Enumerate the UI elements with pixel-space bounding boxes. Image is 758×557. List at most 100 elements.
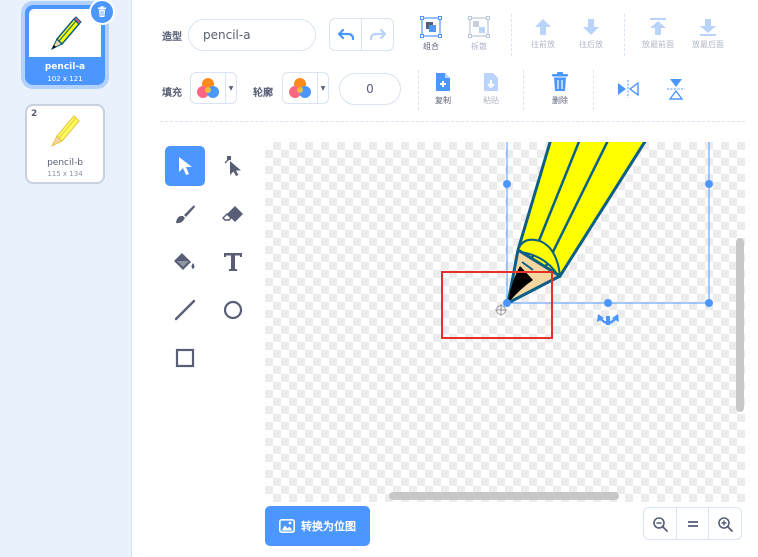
flip-vertical-icon (667, 79, 685, 100)
toolbar-divider (624, 14, 625, 56)
costume-name: pencil-a (44, 62, 86, 72)
undo-button[interactable] (330, 19, 361, 50)
zoom-in-icon (718, 516, 734, 532)
text-icon (224, 253, 242, 271)
costume-size: 102 x 121 (47, 75, 83, 83)
costume-name-input[interactable]: pencil-a (188, 19, 316, 51)
paste-button[interactable]: 粘贴 (469, 72, 513, 106)
zoom-in-button[interactable] (708, 508, 741, 539)
forward-label: 往前放 (531, 40, 555, 49)
costume-list: 1 pencil-a 102 x 121 2 pencil-b 115 x 13… (0, 0, 132, 557)
copy-label: 复制 (435, 96, 451, 105)
toolbar-divider (418, 70, 419, 110)
costume-item-1[interactable]: 1 pencil-a 102 x 121 (25, 0, 115, 85)
costume-name: pencil-b (47, 158, 83, 168)
trash-icon (98, 6, 106, 17)
rectangle-icon (175, 348, 195, 368)
line-tool[interactable] (165, 290, 205, 330)
undo-redo-group (329, 18, 394, 51)
toolbar-divider (511, 14, 512, 56)
text-tool[interactable] (213, 242, 253, 282)
costume-number: 1 (31, 10, 38, 20)
costume-number: 2 (31, 109, 38, 119)
zoom-reset-button[interactable] (675, 508, 709, 539)
reshape-tool[interactable] (213, 146, 253, 186)
eraser-icon (222, 206, 243, 222)
line-icon (174, 299, 196, 321)
fill-color-picker[interactable]: ▼ (190, 72, 237, 104)
caret-down-icon: ▼ (317, 73, 328, 103)
flip-horizontal-icon (618, 80, 639, 98)
trash-icon (552, 72, 568, 91)
bring-to-front-button[interactable]: 放最前面 (636, 18, 680, 50)
convert-to-bitmap-label: 转换为位图 (301, 520, 356, 533)
pencil-thumbnail (50, 16, 82, 51)
arrow-down-icon (583, 19, 599, 35)
caret-down-icon: ▼ (225, 73, 236, 103)
circle-icon (223, 300, 243, 320)
paste-icon (484, 73, 498, 91)
send-to-back-button[interactable]: 放最后面 (686, 18, 730, 50)
ungroup-button[interactable]: 拆散 (457, 16, 501, 52)
copy-icon (436, 73, 450, 91)
zoom-reset-icon (687, 520, 698, 527)
copy-button[interactable]: 复制 (421, 72, 465, 106)
rotate-handle-icon[interactable] (597, 314, 619, 325)
eraser-tool[interactable] (213, 194, 253, 234)
group-icon (420, 16, 442, 38)
image-icon (279, 519, 295, 533)
rectangle-tool[interactable] (165, 338, 205, 378)
outline-label: 轮廓 (253, 88, 273, 99)
select-tool[interactable] (165, 146, 205, 186)
fill-swatch (191, 73, 225, 103)
group-label: 组合 (423, 42, 439, 51)
cursor-arrow-icon (179, 157, 192, 175)
toolbar-divider (593, 70, 594, 110)
outline-color-picker[interactable]: ▼ (282, 72, 329, 104)
delete-label: 删除 (552, 96, 568, 105)
flip-horizontal-button[interactable] (606, 80, 650, 101)
forward-button[interactable]: 往前放 (521, 18, 565, 50)
delete-costume-button[interactable] (89, 0, 115, 25)
zoom-controls (643, 507, 742, 540)
paint-canvas[interactable] (265, 142, 745, 502)
costume-size: 115 x 134 (47, 170, 83, 178)
arrow-bottom-icon (700, 19, 716, 36)
pencil-thumbnail (50, 115, 80, 148)
paste-label: 粘贴 (483, 96, 499, 105)
color-swatch-icon (289, 78, 311, 98)
fill-tool[interactable] (165, 242, 205, 282)
zoom-out-icon (653, 516, 668, 532)
arrow-top-icon (650, 18, 666, 35)
front-label: 放最前面 (642, 40, 674, 49)
brush-icon (176, 205, 195, 224)
toolbar-divider-horizontal (160, 121, 745, 122)
redo-button[interactable] (361, 19, 393, 50)
circle-tool[interactable] (213, 290, 253, 330)
flip-vertical-button[interactable] (654, 78, 698, 103)
ungroup-label: 拆散 (471, 42, 487, 51)
fill-label: 填充 (162, 88, 182, 99)
zoom-out-button[interactable] (644, 508, 676, 539)
outline-swatch (283, 73, 317, 103)
paint-bucket-icon (174, 253, 195, 270)
costume-name-label: 造型 (162, 32, 182, 43)
backward-label: 往后放 (579, 40, 603, 49)
toolbar-divider (523, 70, 524, 110)
convert-to-bitmap-button[interactable]: 转换为位图 (265, 506, 370, 546)
backward-button[interactable]: 往后放 (569, 18, 613, 50)
group-button[interactable]: 组合 (409, 16, 453, 52)
ungroup-icon (468, 16, 490, 38)
redo-icon (369, 28, 386, 40)
undo-icon (337, 28, 354, 40)
reshape-icon (224, 156, 241, 176)
horizontal-scrollbar[interactable] (389, 492, 619, 500)
vertical-scrollbar[interactable] (736, 238, 744, 412)
canvas-drawing (441, 142, 713, 339)
delete-button[interactable]: 删除 (538, 72, 582, 106)
costume-item-2[interactable]: 2 pencil-b 115 x 134 (25, 104, 105, 184)
brush-tool[interactable] (165, 194, 205, 234)
pencil-drawing (506, 142, 647, 305)
arrow-up-icon (535, 19, 551, 35)
outline-width-input[interactable]: 0 (339, 73, 401, 105)
